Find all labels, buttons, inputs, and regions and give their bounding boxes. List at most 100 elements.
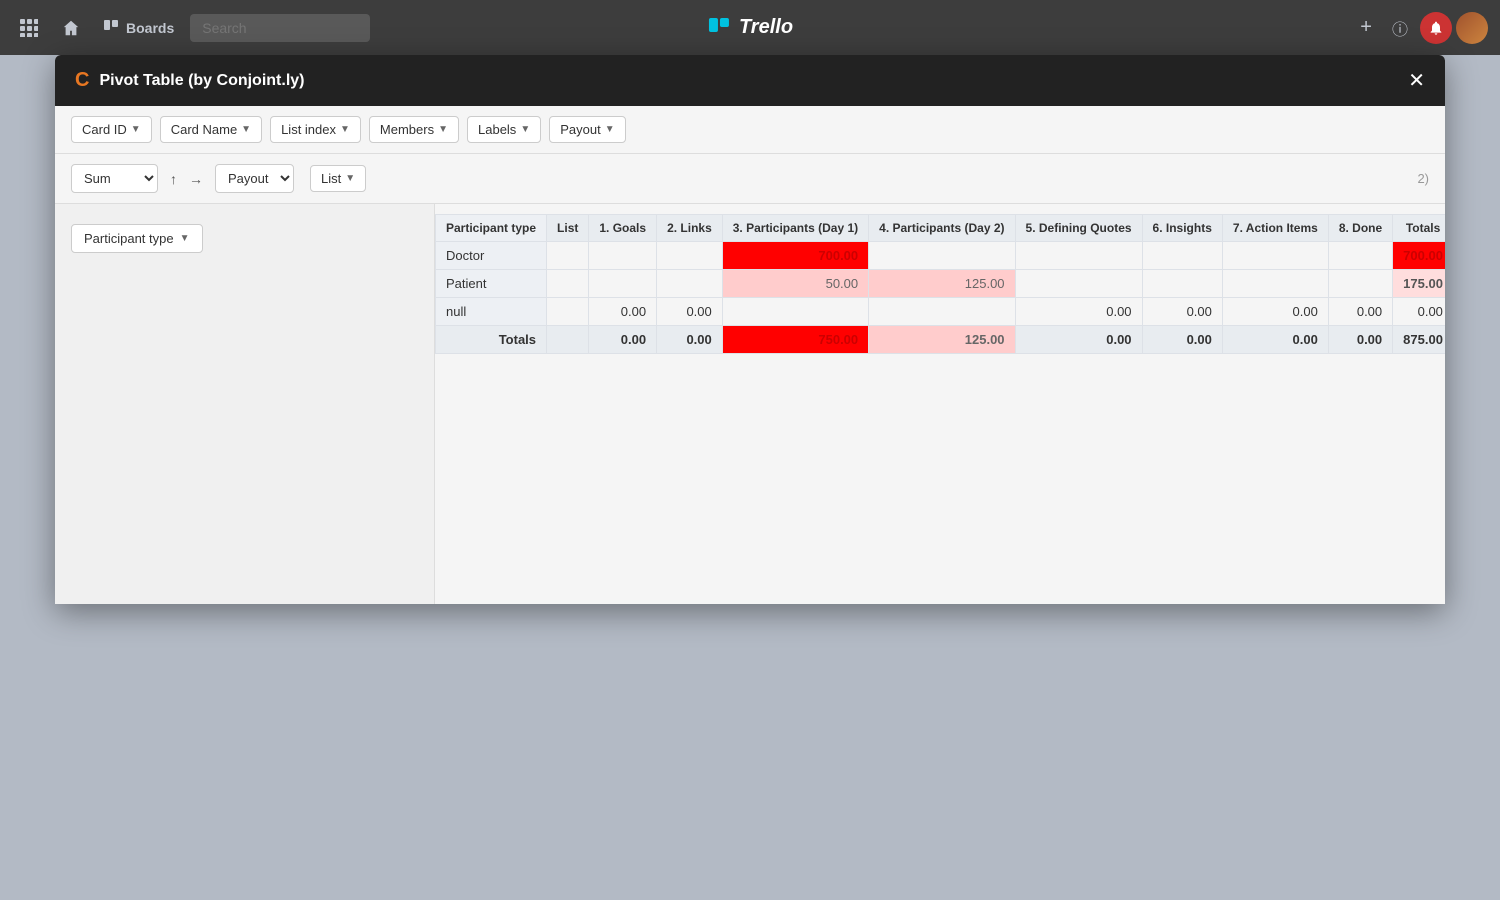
pivot-body: Participant type ▼ Participant type List…: [55, 204, 1445, 604]
card-id-chevron-icon: ▼: [131, 124, 141, 135]
null-label: null: [436, 298, 547, 326]
null-links: 0.00: [657, 298, 723, 326]
notification-button[interactable]: [1420, 12, 1452, 44]
doctor-insights: [1142, 242, 1222, 270]
direction-arrows: ↑ →: [166, 169, 207, 189]
doctor-goals: [589, 242, 657, 270]
patient-done: [1328, 270, 1392, 298]
trello-wordmark: Trello: [739, 16, 793, 39]
columns-toolbar: Card ID ▼ Card Name ▼ List index ▼ Membe…: [55, 106, 1445, 154]
totals-row-label: Totals: [436, 326, 547, 354]
doctor-label: Doctor: [436, 242, 547, 270]
doctor-done: [1328, 242, 1392, 270]
members-chevron-icon: ▼: [438, 124, 448, 135]
top-nav: Boards Trello + ⓘ: [0, 0, 1500, 55]
field-select[interactable]: Payout: [215, 164, 294, 193]
doctor-defining-quotes: [1015, 242, 1142, 270]
pivot-table: Participant type List 1. Goals 2. Links …: [435, 214, 1445, 354]
pivot-table-container[interactable]: Participant type List 1. Goals 2. Links …: [435, 204, 1445, 604]
insights-header: 6. Insights: [1142, 215, 1222, 242]
null-day2: [869, 298, 1015, 326]
list-index-column-button[interactable]: List index ▼: [270, 116, 361, 143]
doctor-links: [657, 242, 723, 270]
scroll-hint: 2): [1417, 171, 1429, 186]
modal-header-left: C Pivot Table (by Conjoint.ly): [75, 69, 305, 92]
action-items-header: 7. Action Items: [1222, 215, 1328, 242]
info-button[interactable]: ⓘ: [1384, 10, 1416, 46]
card-name-chevron-icon: ▼: [241, 124, 251, 135]
links-header: 2. Links: [657, 215, 723, 242]
modal-close-button[interactable]: ✕: [1408, 71, 1425, 91]
table-header-row: Participant type List 1. Goals 2. Links …: [436, 215, 1446, 242]
done-header: 8. Done: [1328, 215, 1392, 242]
patient-action-items: [1222, 270, 1328, 298]
home-button[interactable]: [54, 13, 88, 43]
doctor-action-items: [1222, 242, 1328, 270]
patient-totals: 175.00: [1393, 270, 1445, 298]
modal-title: Pivot Table (by Conjoint.ly): [99, 72, 304, 90]
patient-day2: 125.00: [869, 270, 1015, 298]
null-defining-quotes: 0.00: [1015, 298, 1142, 326]
participant-type-filter-button[interactable]: Participant type ▼: [71, 224, 203, 253]
null-goals: 0.00: [589, 298, 657, 326]
defining-quotes-header: 5. Defining Quotes: [1015, 215, 1142, 242]
list-selector-button[interactable]: List ▼: [310, 165, 366, 192]
boards-button[interactable]: Boards: [96, 14, 182, 42]
totals-goals: 0.00: [589, 326, 657, 354]
null-day1: [722, 298, 868, 326]
search-input[interactable]: [190, 14, 370, 42]
labels-chevron-icon: ▼: [520, 124, 530, 135]
totals-grand: 875.00: [1393, 326, 1445, 354]
aggregate-select[interactable]: Sum Count Average: [71, 164, 158, 193]
payout-column-button[interactable]: Payout ▼: [549, 116, 625, 143]
totals-row: Totals 0.00 0.00 750.00 125.00 0.00 0.00…: [436, 326, 1446, 354]
null-list: [547, 298, 589, 326]
totals-defining-quotes: 0.00: [1015, 326, 1142, 354]
participants-day1-header: 3. Participants (Day 1): [722, 215, 868, 242]
doctor-totals: 700.00: [1393, 242, 1445, 270]
pivot-table-modal: C Pivot Table (by Conjoint.ly) ✕ Card ID…: [55, 55, 1445, 604]
pivot-sidebar: Participant type ▼: [55, 204, 435, 604]
sort-right-button[interactable]: →: [185, 169, 207, 189]
totals-header: Totals: [1393, 215, 1445, 242]
user-avatar-button[interactable]: [1456, 12, 1488, 44]
list-index-chevron-icon: ▼: [340, 124, 350, 135]
card-id-column-button[interactable]: Card ID ▼: [71, 116, 152, 143]
grid-menu-button[interactable]: [12, 13, 46, 43]
totals-action-items: 0.00: [1222, 326, 1328, 354]
add-button[interactable]: +: [1352, 10, 1380, 45]
card-name-column-button[interactable]: Card Name ▼: [160, 116, 262, 143]
null-action-items: 0.00: [1222, 298, 1328, 326]
totals-day2: 125.00: [869, 326, 1015, 354]
doctor-day2: [869, 242, 1015, 270]
labels-column-button[interactable]: Labels ▼: [467, 116, 541, 143]
main-content: C Pivot Table (by Conjoint.ly) ✕ Card ID…: [0, 55, 1500, 900]
null-done: 0.00: [1328, 298, 1392, 326]
patient-defining-quotes: [1015, 270, 1142, 298]
null-insights: 0.00: [1142, 298, 1222, 326]
table-row: Patient 50.00 125.00 175.00: [436, 270, 1446, 298]
participants-day2-header: 4. Participants (Day 2): [869, 215, 1015, 242]
trello-logo: Trello: [707, 16, 793, 40]
totals-day1: 750.00: [722, 326, 868, 354]
patient-list: [547, 270, 589, 298]
patient-goals: [589, 270, 657, 298]
totals-links: 0.00: [657, 326, 723, 354]
patient-insights: [1142, 270, 1222, 298]
nav-right: + ⓘ: [1352, 10, 1488, 46]
doctor-day1: 700.00: [722, 242, 868, 270]
list-chevron-icon: ▼: [345, 173, 355, 184]
list-header: List: [547, 215, 589, 242]
controls-row: Sum Count Average ↑ → Payout List ▼ 2): [55, 154, 1445, 204]
conjointly-logo: C: [75, 69, 89, 92]
goals-header: 1. Goals: [589, 215, 657, 242]
table-row: Doctor 700.00 700.00: [436, 242, 1446, 270]
payout-chevron-icon: ▼: [605, 124, 615, 135]
modal-header: C Pivot Table (by Conjoint.ly) ✕: [55, 55, 1445, 106]
sort-up-button[interactable]: ↑: [166, 169, 181, 189]
patient-links: [657, 270, 723, 298]
null-totals: 0.00: [1393, 298, 1445, 326]
table-row: null 0.00 0.00 0.00 0.00 0.00 0.00 0.00: [436, 298, 1446, 326]
members-column-button[interactable]: Members ▼: [369, 116, 459, 143]
participant-type-header: Participant type: [436, 215, 547, 242]
